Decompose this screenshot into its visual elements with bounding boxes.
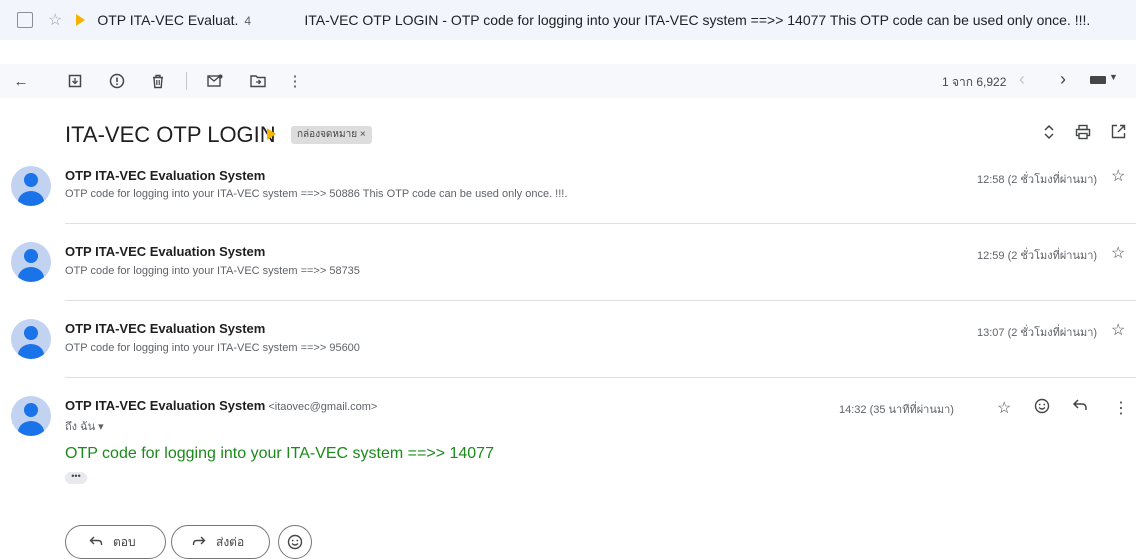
back-arrow-icon[interactable]: ←	[11, 71, 31, 91]
recipient-details[interactable]: ถึง ฉัน ▾	[65, 417, 104, 435]
message-sender: OTP ITA-VEC Evaluation System	[65, 168, 266, 183]
forward-label: ส่งต่อ	[216, 534, 245, 549]
print-icon[interactable]	[1075, 124, 1091, 145]
inbox-row-subject: ITA-VEC OTP LOGIN - OTP code for logging…	[304, 12, 1091, 28]
toolbar-divider	[186, 72, 187, 90]
open-message-time: 14:32 (35 นาทีที่ผ่านมา)	[839, 404, 954, 416]
message-time: 13:07 (2 ชั่วโมงที่ผ่านมา)	[977, 327, 1098, 339]
inbox-label-chip[interactable]: กล่องจดหมาย ×	[291, 126, 372, 144]
avatar	[11, 166, 51, 206]
message-snippet: OTP code for logging into your ITA-VEC s…	[65, 265, 360, 277]
emoji-react-icon[interactable]	[1034, 398, 1050, 419]
star-icon[interactable]: ☆	[997, 398, 1011, 418]
keyboard-icon[interactable]	[1090, 76, 1106, 84]
thread-subject: ITA-VEC OTP LOGIN	[65, 122, 276, 147]
inbox-row-snippet: - OTP code for logging into your ITA-VEC…	[438, 12, 1091, 28]
avatar	[11, 242, 51, 282]
important-marker-icon[interactable]	[267, 128, 276, 140]
pager-text: 1 จาก 6,922	[942, 75, 1007, 89]
important-marker-icon[interactable]	[76, 14, 86, 26]
emoji-icon	[287, 534, 303, 550]
message-sender: OTP ITA-VEC Evaluation System	[65, 321, 266, 336]
inbox-row-sender: OTP ITA-VEC Evaluat. 4	[97, 12, 252, 28]
avatar	[11, 396, 51, 436]
reply-label: ตอบ	[113, 534, 136, 549]
previous-page-icon[interactable]: ‹	[1019, 69, 1025, 90]
show-trimmed-content-button[interactable]: •••	[65, 472, 87, 484]
avatar	[11, 319, 51, 359]
emoji-react-button[interactable]	[278, 525, 312, 559]
thread-count: 4	[244, 14, 252, 28]
move-to-icon[interactable]	[248, 71, 268, 91]
message-snippet: OTP code for logging into your ITA-VEC s…	[65, 342, 360, 354]
delete-icon[interactable]	[148, 71, 168, 91]
chevron-down-icon[interactable]: ▼	[1109, 72, 1118, 82]
message-snippet: OTP code for logging into your ITA-VEC s…	[65, 188, 568, 200]
message-sender: OTP ITA-VEC Evaluation System	[65, 244, 266, 259]
mark-unread-icon[interactable]	[205, 71, 225, 91]
expand-collapse-icon[interactable]	[1043, 124, 1055, 145]
star-icon[interactable]: ☆	[1111, 320, 1125, 340]
report-spam-icon[interactable]	[107, 71, 127, 91]
sender-email: <itaovec@gmail.com>	[268, 401, 378, 413]
toolbar: ← ⋮ 1 จาก 6,922 ‹ › ▼	[0, 64, 1136, 98]
message-divider	[65, 223, 1136, 224]
forward-icon	[192, 534, 206, 550]
forward-button[interactable]: ส่งต่อ	[171, 525, 270, 559]
message-body: OTP code for logging into your ITA-VEC s…	[65, 445, 494, 462]
message-time: 12:58 (2 ชั่วโมงที่ผ่านมา)	[977, 174, 1098, 186]
more-options-icon[interactable]: ⋮	[1113, 398, 1129, 418]
archive-icon[interactable]	[65, 71, 85, 91]
more-options-icon[interactable]: ⋮	[285, 71, 305, 91]
open-new-window-icon[interactable]	[1111, 124, 1126, 144]
open-message-sender: OTP ITA-VEC Evaluation System <itaovec@gm…	[65, 398, 378, 413]
reply-icon[interactable]	[1072, 398, 1088, 417]
reply-button[interactable]: ตอบ	[65, 525, 166, 559]
message-divider	[65, 377, 1136, 378]
star-icon[interactable]: ☆	[48, 10, 62, 30]
next-page-icon[interactable]: ›	[1060, 69, 1066, 90]
select-checkbox[interactable]	[17, 12, 33, 28]
reply-icon	[89, 534, 103, 550]
inbox-row[interactable]: ☆ OTP ITA-VEC Evaluat. 4 ITA-VEC OTP LOG…	[0, 0, 1136, 40]
star-icon[interactable]: ☆	[1111, 243, 1125, 263]
star-icon[interactable]: ☆	[1111, 166, 1125, 186]
message-divider	[65, 300, 1136, 301]
message-time: 12:59 (2 ชั่วโมงที่ผ่านมา)	[977, 250, 1098, 262]
